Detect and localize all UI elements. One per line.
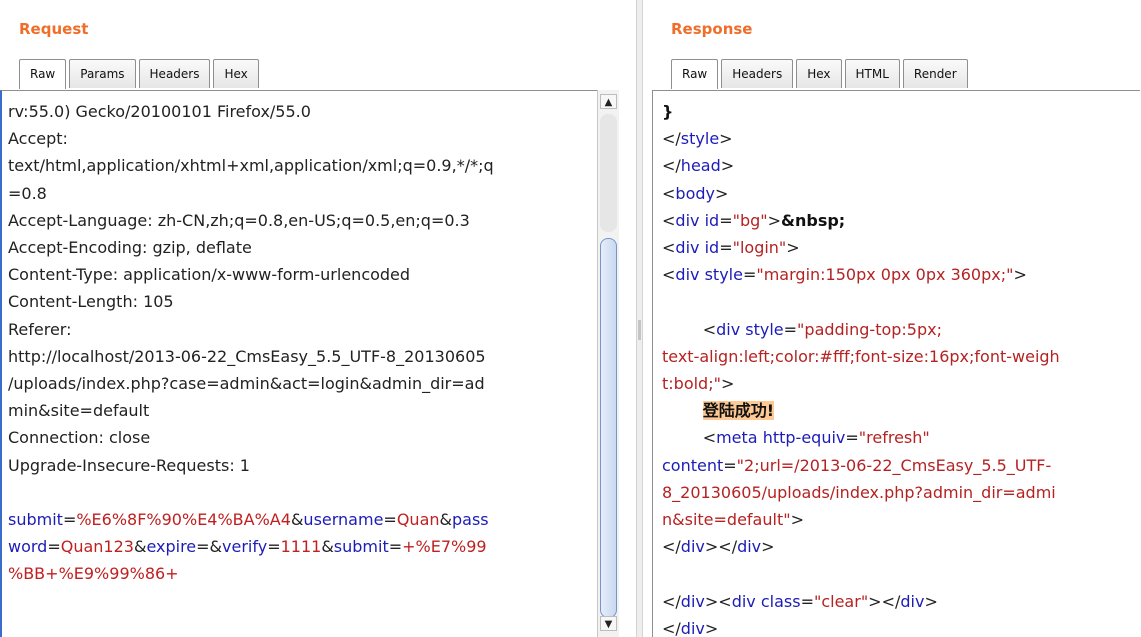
code-text: } (662, 102, 674, 121)
tab-raw[interactable]: Raw (19, 59, 67, 89)
tag-name: div (680, 537, 705, 557)
tag-name: div (675, 210, 700, 230)
divider-grip-icon[interactable] (638, 320, 641, 340)
split-pane-divider[interactable] (636, 0, 643, 637)
attr-value: "padding-top:5px; (797, 319, 942, 339)
param-value: Quan123 (60, 537, 134, 557)
attr-name: style (704, 265, 743, 285)
tab-raw[interactable]: Raw (671, 59, 719, 89)
tab-hex[interactable]: Hex (213, 59, 259, 88)
param-value: Quan (396, 510, 440, 530)
request-line: =0.8 (8, 183, 47, 203)
request-pane: Request Raw Params Headers Hex rv:55.0) … (0, 0, 632, 637)
tag-name: div (716, 319, 741, 339)
request-line: Accept-Language: zh-CN,zh;q=0.8,en-US;q=… (8, 210, 470, 230)
param-name: expire (146, 537, 197, 557)
request-line: Content-Type: application/x-www-form-url… (8, 265, 411, 285)
tag-name: div (675, 238, 700, 258)
scroll-up-arrow-icon[interactable]: ▲ (600, 94, 617, 109)
tab-headers[interactable]: Headers (138, 59, 211, 88)
tag-name: div (731, 591, 756, 611)
attr-name: style (745, 319, 784, 339)
request-line: min&site=default (8, 401, 150, 421)
request-line: rv:55.0) Gecko/20100101 Firefox/55.0 (8, 102, 311, 121)
attr-value: "2;url=/2013-06-22_CmsEasy_5.5_UTF- (736, 455, 1052, 475)
param-name: pass (452, 510, 489, 530)
login-success-text: 登陆成功! (702, 401, 774, 421)
tag-name: div (680, 618, 705, 637)
attr-value: text-align:left;color:#fff;font-size:16p… (662, 346, 1060, 366)
attr-value: "refresh" (858, 428, 930, 448)
tag-name: div (675, 265, 700, 285)
tag-name: meta (716, 428, 758, 448)
response-title: Response (671, 20, 753, 38)
tab-params[interactable]: Params (69, 59, 136, 88)
attr-value: "bg" (732, 210, 768, 230)
request-line: text/html,application/xhtml+xml,applicat… (8, 156, 494, 176)
request-line: Referer: (8, 319, 72, 339)
request-line: http://localhost/2013-06-22_CmsEasy_5.5_… (8, 346, 486, 366)
response-editor[interactable]: } </style> </head> <body> <div id="bg">&… (652, 90, 1140, 637)
tab-hex[interactable]: Hex (796, 59, 842, 88)
param-name: username (303, 510, 384, 530)
request-line: /uploads/index.php?case=admin&act=login&… (8, 374, 485, 394)
response-tabs: Raw Headers Hex HTML Render (671, 59, 971, 89)
scroll-track[interactable] (600, 114, 617, 232)
tab-html[interactable]: HTML (844, 59, 900, 88)
param-value: %E6%8F%90%E4%BA%A4 (76, 510, 291, 530)
param-name: submit (8, 510, 63, 530)
response-raw-text[interactable]: } </style> </head> <body> <div id="bg">&… (662, 98, 1060, 637)
tag-name: style (680, 129, 720, 149)
request-line: Content-Length: 105 (8, 292, 174, 312)
attr-value: "login" (732, 238, 787, 258)
request-raw-text[interactable]: rv:55.0) Gecko/20100101 Firefox/55.0 Acc… (8, 98, 494, 588)
attr-name: id (704, 210, 720, 230)
entity-text: &nbsp; (781, 210, 846, 230)
param-value: +%E7%99 (402, 537, 487, 557)
request-tabs: Raw Params Headers Hex (19, 59, 262, 89)
param-name: submit (333, 537, 389, 557)
attr-value: "clear" (813, 591, 869, 611)
response-pane: Response Raw Headers Hex HTML Render } <… (652, 0, 1141, 637)
attr-value: "margin:150px 0px 0px 360px;" (756, 265, 1014, 285)
request-title: Request (19, 20, 89, 38)
attr-value: 8_20130605/uploads/index.php?admin_dir=a… (662, 482, 1056, 502)
attr-value: t:bold;" (662, 374, 721, 394)
param-value: %BB+%E9%99%86+ (8, 564, 179, 584)
tab-headers[interactable]: Headers (721, 59, 794, 88)
param-name: word (8, 537, 48, 557)
request-line: Upgrade-Insecure-Requests: 1 (8, 455, 250, 475)
attr-value: n&site=default" (662, 510, 791, 530)
attr-name: class (760, 591, 801, 611)
attr-name: id (704, 238, 720, 258)
tag-name: div (680, 591, 705, 611)
tag-name: head (680, 156, 721, 176)
request-editor[interactable]: rv:55.0) Gecko/20100101 Firefox/55.0 Acc… (0, 90, 597, 637)
attr-name: http-equiv (762, 428, 846, 448)
tag-name: body (675, 183, 715, 203)
request-line: Accept-Encoding: gzip, deflate (8, 238, 252, 258)
tag-name: div (737, 537, 762, 557)
tag-name: div (900, 591, 925, 611)
request-scrollbar[interactable]: ▲ ▼ (597, 90, 619, 637)
tab-render[interactable]: Render (902, 59, 968, 88)
attr-name: content (662, 455, 724, 475)
scroll-down-arrow-icon[interactable]: ▼ (600, 616, 617, 631)
param-value: 1111 (280, 537, 322, 557)
param-name: verify (222, 537, 268, 557)
request-line: Connection: close (8, 428, 151, 448)
scroll-thumb[interactable] (600, 238, 617, 618)
request-line: Accept: (8, 129, 68, 149)
